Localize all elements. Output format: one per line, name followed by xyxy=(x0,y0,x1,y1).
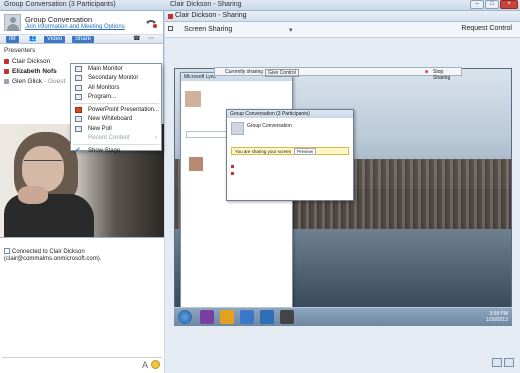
start-button-icon[interactable] xyxy=(178,310,192,324)
font-icon[interactable]: A xyxy=(142,360,148,370)
participant-name: Clair Dickson xyxy=(12,57,51,65)
participants-icon[interactable]: 👥 xyxy=(26,36,39,43)
end-call-icon[interactable] xyxy=(145,16,157,28)
stop-sharing-button[interactable]: Stop Sharing xyxy=(433,69,461,81)
explorer-icon[interactable] xyxy=(220,310,234,324)
group-avatar xyxy=(4,14,21,31)
menu-label: Recent Content xyxy=(88,135,130,142)
monitor-icon xyxy=(75,65,82,72)
shared-conversation-window: Group Conversation (3 Participants) Grou… xyxy=(226,109,354,201)
menu-label: All Monitors xyxy=(88,84,120,91)
minimize-button[interactable]: – xyxy=(470,0,484,9)
powerpoint-icon xyxy=(75,106,82,113)
sharing-notice: You are sharing your screen xyxy=(235,149,292,154)
monitors-icon xyxy=(75,84,82,91)
chat-text: Connected to Clair Dickson xyxy=(12,249,85,255)
conversation-header: Group Conversation Join Information and … xyxy=(0,11,163,35)
presence-icon xyxy=(231,172,234,175)
menu-item-program[interactable]: Program... xyxy=(71,93,161,103)
menu-item-powerpoint[interactable]: PowerPoint Presentation... xyxy=(71,105,161,115)
presence-icon xyxy=(4,68,9,74)
windows-taskbar: 3:58 PM 1/30/2013 xyxy=(174,307,512,326)
ie-icon[interactable] xyxy=(240,310,254,324)
participant-name: Elizabeth Nofs xyxy=(12,67,57,75)
presenters-label: Presenters xyxy=(4,47,36,54)
more-options-icon[interactable]: ⋯ xyxy=(145,36,157,43)
presence-icon xyxy=(4,58,9,64)
message-input[interactable] xyxy=(2,357,162,370)
menu-item-whiteboard[interactable]: New Whiteboard xyxy=(71,115,161,125)
give-control-button[interactable]: Give Control xyxy=(265,69,299,77)
sharing-status-bar: Currently sharing Give Control ■ Stop Sh… xyxy=(214,67,462,81)
onenote-icon[interactable] xyxy=(200,310,214,324)
presence-icon xyxy=(231,165,234,168)
poll-icon xyxy=(75,125,82,132)
close-button[interactable]: × xyxy=(500,0,518,9)
window-controls: – □ × xyxy=(470,0,518,9)
monitor-icon xyxy=(168,26,173,31)
phone-icon[interactable]: ☎ xyxy=(130,36,143,43)
share-button[interactable]: Share xyxy=(72,36,95,43)
emoticon-icon[interactable] xyxy=(151,360,160,369)
chevron-down-icon[interactable]: ▾ xyxy=(289,26,293,34)
chat-message: Connected to Clair Dickson (clair@commal… xyxy=(4,248,101,263)
menu-label: PowerPoint Presentation... xyxy=(88,106,160,113)
chevron-right-icon: › xyxy=(155,135,157,142)
menu-label: New Poll xyxy=(88,125,112,132)
menu-item-all-monitors[interactable]: All Monitors xyxy=(71,83,161,93)
menu-item-show-stage[interactable]: ✔ Show Stage xyxy=(71,146,161,156)
info-icon xyxy=(4,248,10,254)
whiteboard-icon xyxy=(75,116,82,123)
full-screen-icon[interactable] xyxy=(504,358,514,367)
im-button[interactable]: IM xyxy=(6,36,19,43)
shared-conv-name: Group Conversation xyxy=(247,123,292,129)
sharing-notice-bar: You are sharing your screen Preview xyxy=(231,147,349,155)
sharing-header: Clair Dickson - Sharing xyxy=(165,11,520,22)
menu-item-secondary-monitor[interactable]: Secondary Monitor xyxy=(71,74,161,84)
menu-item-recent-content: Recent Content › xyxy=(71,134,161,144)
sharing-toolbar: Screen Sharing ▾ Request Control xyxy=(165,22,520,38)
left-window-title: Group Conversation (3 Participants) xyxy=(4,1,116,8)
program-icon xyxy=(75,94,82,101)
user-avatar xyxy=(185,91,201,107)
presence-icon xyxy=(168,14,173,19)
system-clock: 3:58 PM 1/30/2013 xyxy=(486,311,508,323)
participant-name: Glen Glick xyxy=(12,77,42,85)
check-icon: ✔ xyxy=(75,146,81,154)
menu-label: Program... xyxy=(88,94,117,101)
currently-sharing-label: Currently sharing xyxy=(225,69,264,75)
menu-label: New Whiteboard xyxy=(88,116,133,123)
clock-date: 1/30/2013 xyxy=(485,317,508,323)
lync-taskbar-icon[interactable] xyxy=(260,310,274,324)
sharing-title: Clair Dickson - Sharing xyxy=(175,12,247,19)
join-info-link[interactable]: Join Information and Meeting Options xyxy=(25,24,125,30)
stop-sharing-icon: ■ xyxy=(425,69,429,75)
chat-area: Connected to Clair Dickson (clair@commal… xyxy=(0,237,164,373)
request-control-button[interactable]: Request Control xyxy=(461,25,512,32)
share-menu: Main Monitor Secondary Monitor All Monit… xyxy=(70,63,162,154)
right-window-title: Clair Dickson - Sharing xyxy=(170,1,242,8)
menu-item-main-monitor[interactable]: Main Monitor xyxy=(71,64,161,74)
menu-label: Show Stage xyxy=(88,147,121,154)
menu-item-poll[interactable]: New Poll xyxy=(71,124,161,134)
title-bar: Group Conversation (3 Participants) Clai… xyxy=(0,0,520,11)
fit-to-window-icon[interactable] xyxy=(492,358,502,367)
group-avatar xyxy=(231,122,244,135)
conversation-toolbar: IM 👥 Video Share ☎ ⋯ xyxy=(0,35,163,44)
conversation-name: Group Conversation xyxy=(25,15,93,24)
screen-sharing-dropdown[interactable]: Screen Sharing xyxy=(184,26,232,33)
monitor-icon xyxy=(75,75,82,82)
app-taskbar-icon[interactable] xyxy=(280,310,294,324)
menu-label: Main Monitor xyxy=(88,65,123,72)
maximize-button[interactable]: □ xyxy=(485,0,499,9)
view-controls xyxy=(492,358,514,367)
guest-label: - Guest xyxy=(43,77,66,85)
shared-conv-title: Group Conversation (3 Participants) xyxy=(227,110,353,118)
contact-avatar xyxy=(189,157,203,171)
video-button[interactable]: Video xyxy=(44,36,66,43)
menu-label: Secondary Monitor xyxy=(88,75,139,82)
preview-button[interactable]: Preview xyxy=(294,148,317,155)
presence-icon xyxy=(4,78,9,84)
chat-email: (clair@commalms.onmicrosoft.com). xyxy=(4,256,102,262)
